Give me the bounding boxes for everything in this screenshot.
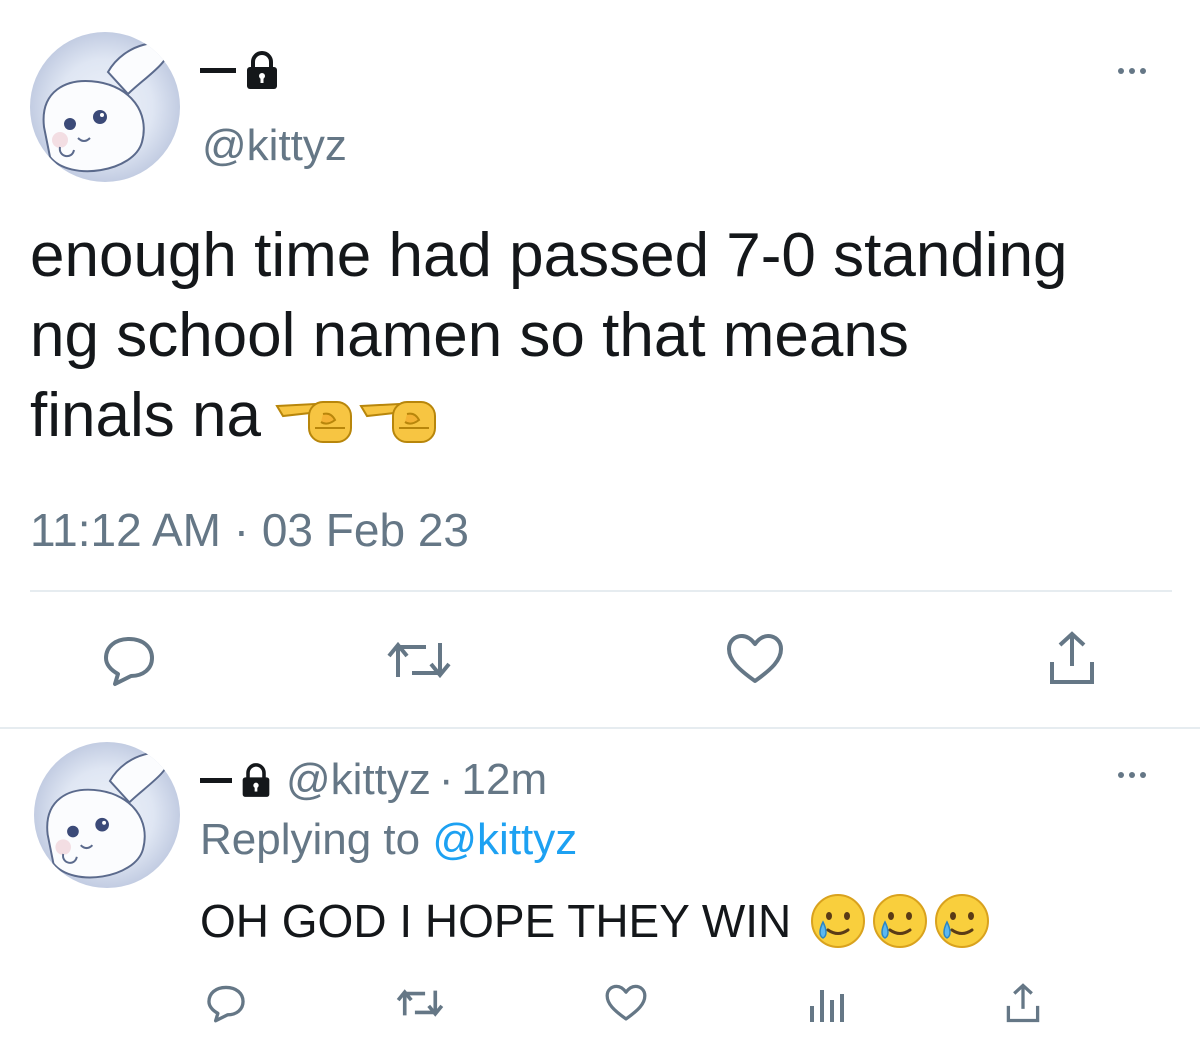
lock-icon: [244, 50, 280, 90]
tweet-text: enough time had passed 7-0 standing ng s…: [30, 216, 1190, 456]
replying-to-label: Replying to: [200, 815, 421, 864]
more-options-icon[interactable]: [1118, 68, 1146, 74]
tweet-time: 11:12 AM: [30, 504, 221, 556]
handle[interactable]: @kittyz: [202, 120, 347, 172]
replying-to: Replying to @kittyz: [200, 814, 577, 866]
more-options-icon[interactable]: [1118, 772, 1146, 778]
separator-dot: ·: [233, 504, 250, 556]
fist-bump-icon: [359, 376, 439, 456]
reply-header: @kittyz · 12m: [200, 754, 547, 806]
reply-text: OH GOD I HOPE THEY WIN: [200, 888, 991, 954]
reply-text-content: OH GOD I HOPE THEY WIN: [200, 895, 792, 947]
bunny-avatar-icon: [46, 752, 170, 879]
display-name-row[interactable]: [200, 50, 280, 90]
smiling-face-with-tear-icon: [871, 892, 929, 950]
share-icon[interactable]: [1046, 630, 1098, 686]
smiling-face-with-tear-icon: [809, 892, 867, 950]
like-icon[interactable]: [726, 633, 784, 685]
display-name-dash: [200, 67, 236, 73]
tweet-text-last: finals na: [30, 381, 261, 450]
display-name-dash[interactable]: [200, 777, 232, 783]
handle[interactable]: @kittyz: [286, 754, 431, 806]
separator-dot: ·: [438, 755, 454, 804]
reply-icon[interactable]: [206, 983, 246, 1023]
avatar[interactable]: [30, 32, 180, 182]
share-icon[interactable]: [1004, 982, 1042, 1024]
reply-icon[interactable]: [102, 633, 156, 687]
tweet-text-line: finals na: [30, 376, 1190, 456]
like-icon[interactable]: [605, 984, 647, 1022]
fist-bump-icon: [275, 376, 355, 456]
tweet-date: 03 Feb 23: [261, 504, 470, 556]
avatar[interactable]: [34, 742, 180, 888]
section-divider: [0, 727, 1200, 729]
retweet-icon[interactable]: [386, 637, 452, 683]
divider: [30, 590, 1172, 592]
timestamp[interactable]: 11:12 AM · 03 Feb 23: [30, 502, 469, 558]
replying-to-handle[interactable]: @kittyz: [432, 815, 577, 864]
tweet-text-line: ng school namen so that means: [30, 301, 909, 370]
bunny-avatar-icon: [42, 42, 170, 173]
smiling-face-with-tear-icon: [933, 892, 991, 950]
analytics-icon[interactable]: [806, 984, 846, 1024]
tweet-text-line: enough time had passed 7-0 standing: [30, 221, 1068, 290]
tweet-age[interactable]: 12m: [462, 754, 548, 806]
retweet-icon[interactable]: [396, 986, 444, 1020]
lock-icon: [240, 762, 272, 798]
